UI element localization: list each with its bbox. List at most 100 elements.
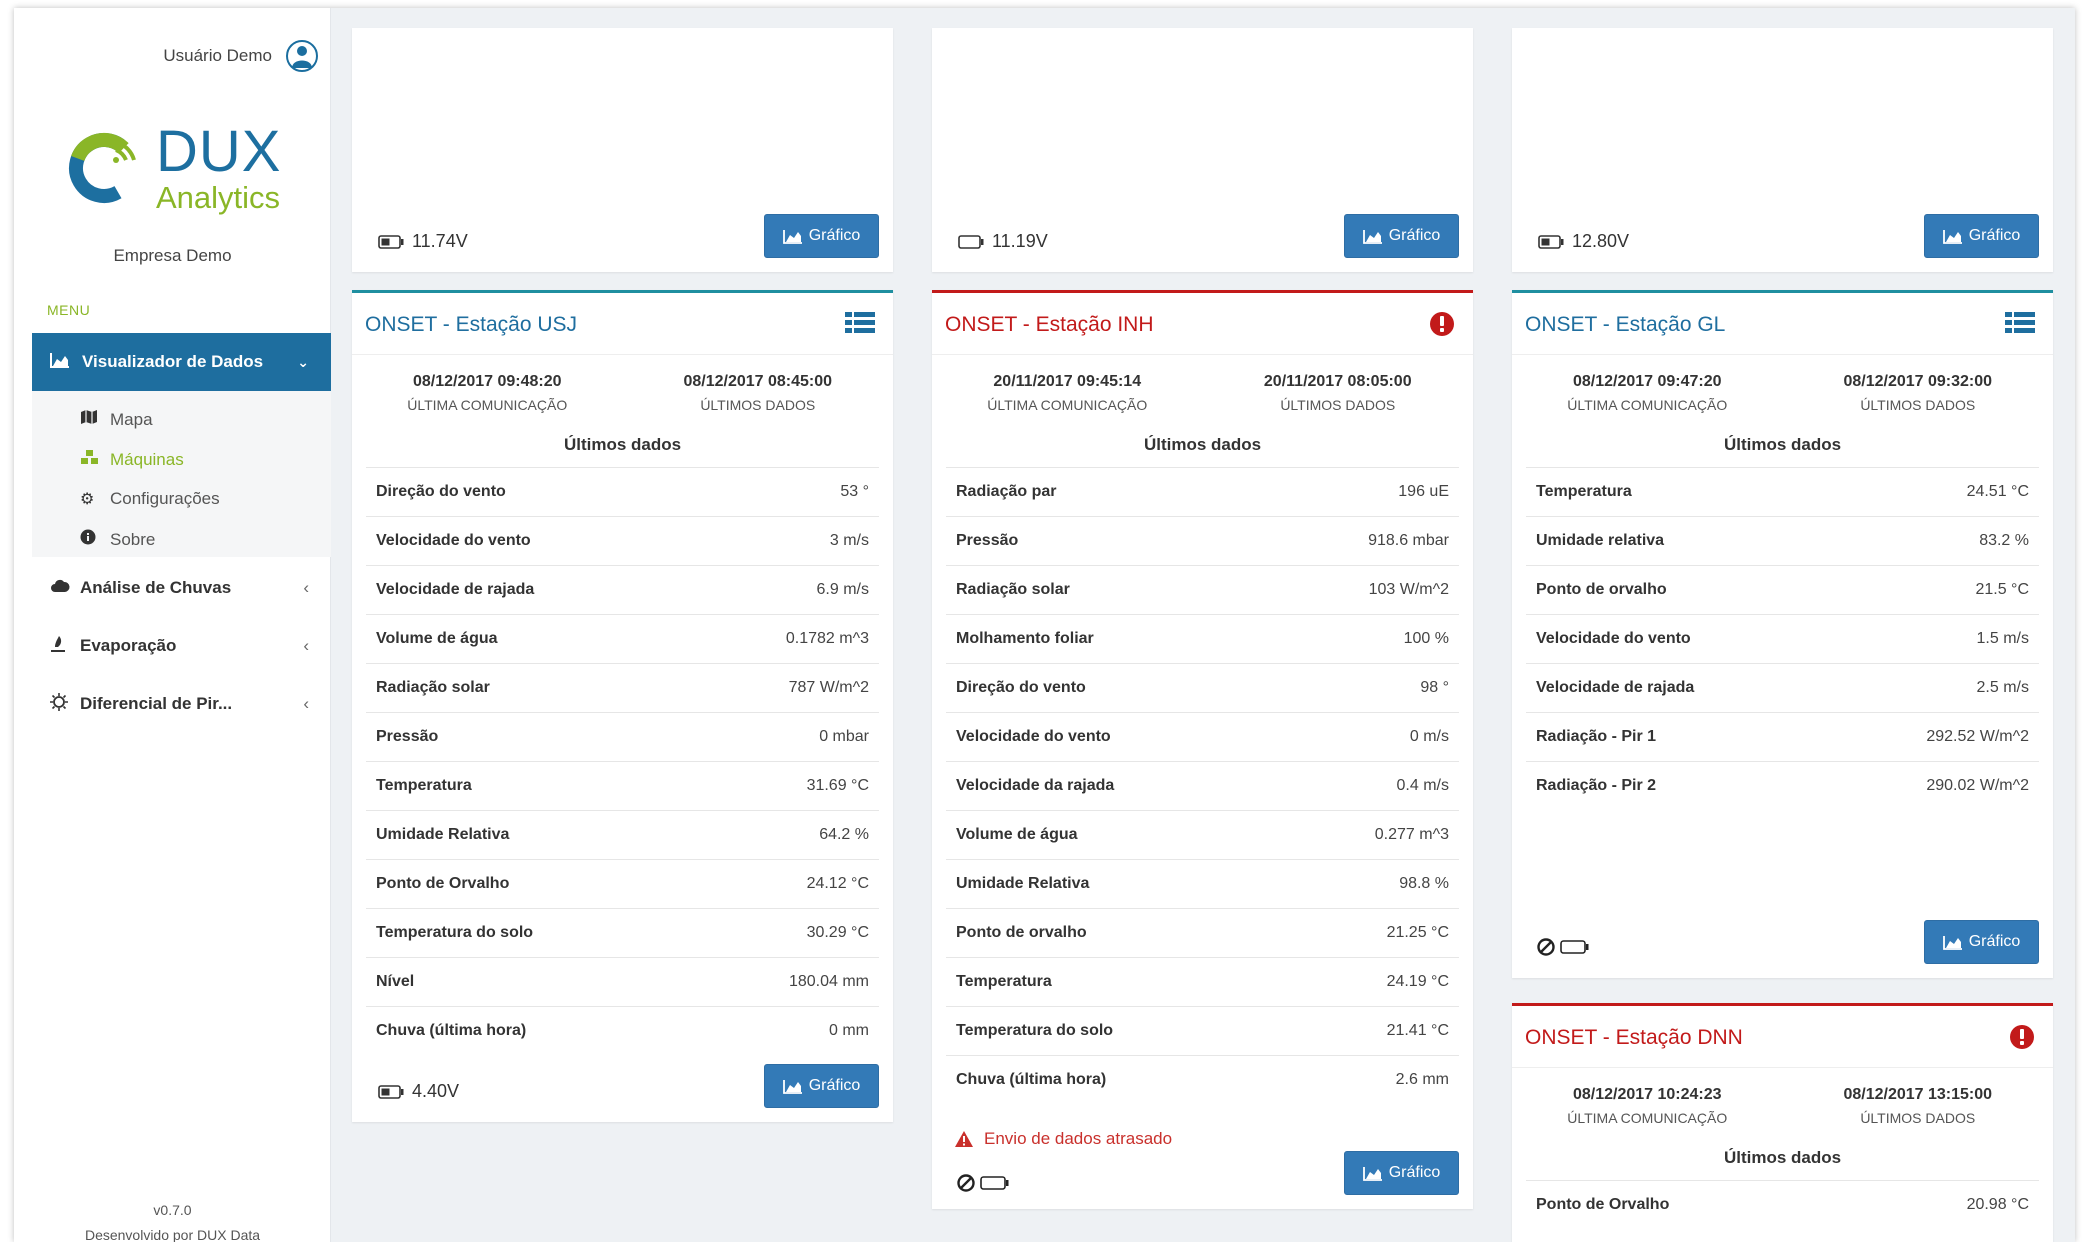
sun-icon bbox=[50, 692, 72, 716]
row-value: 290.02 W/m^2 bbox=[1926, 777, 2029, 794]
list-icon[interactable] bbox=[2005, 311, 2035, 340]
subnav-item-configuracoes[interactable]: ⚙ Configurações bbox=[80, 489, 220, 509]
grafico-label: Gráfico bbox=[1388, 227, 1441, 244]
app-frame: Usuário Demo DUX Analytics Empresa Demo … bbox=[14, 8, 2075, 1242]
dux-logo: DUX Analytics bbox=[68, 119, 298, 218]
area-chart-icon bbox=[1942, 935, 1962, 950]
nav-analise-de-chuvas[interactable]: Análise de Chuvas ‹ bbox=[32, 568, 331, 608]
last-communication: 08/12/2017 09:48:20 bbox=[412, 373, 562, 390]
battery-voltage: 11.74V bbox=[378, 231, 468, 252]
list-icon[interactable] bbox=[845, 311, 875, 340]
developed-by: Desenvolvido por DUX Data bbox=[84, 1227, 261, 1242]
row-key: Volume de água bbox=[376, 630, 498, 647]
row-key: Velocidade do vento bbox=[376, 532, 531, 549]
menu-label: MENU bbox=[47, 302, 91, 318]
subnav-label: Mapa bbox=[110, 409, 153, 429]
row-value: 98 ° bbox=[1420, 679, 1449, 696]
last-data: 08/12/2017 09:32:00 bbox=[1843, 373, 1993, 390]
subnav-item-sobre[interactable]: Sobre bbox=[80, 529, 155, 550]
row-key: Ponto de Orvalho bbox=[376, 875, 510, 892]
chevron-left-icon: ‹ bbox=[303, 636, 309, 655]
row-value: 21.5 °C bbox=[1975, 581, 2029, 598]
latest-data-title: Últimos dados bbox=[1143, 435, 1262, 454]
table-row: Volume de água 0.277 m^3 bbox=[946, 810, 1459, 859]
latest-data-title: Últimos dados bbox=[563, 435, 682, 454]
station-title[interactable]: ONSET - Estação GL bbox=[1525, 313, 1725, 337]
table-row: Velocidade da rajada 0.4 m/s bbox=[946, 761, 1459, 810]
gear-icon: ⚙ bbox=[80, 491, 95, 508]
subnav-item-mapa[interactable]: Mapa bbox=[80, 409, 153, 430]
row-value: 83.2 % bbox=[1979, 532, 2029, 549]
subnav-item-maquinas[interactable]: Máquinas bbox=[80, 449, 184, 470]
cubes-icon bbox=[80, 449, 102, 470]
nav-active-label: Visualizador de Dados bbox=[82, 352, 264, 371]
card-header: ONSET - Estação USJ bbox=[352, 293, 893, 355]
logo-mark-icon bbox=[69, 133, 139, 203]
subnav-label: Máquinas bbox=[110, 449, 184, 469]
grafico-button[interactable]: Gráfico bbox=[1924, 920, 2039, 964]
station-title[interactable]: ONSET - Estação DNN bbox=[1525, 1026, 1743, 1050]
area-chart-icon bbox=[1362, 1166, 1382, 1181]
row-key: Umidade Relativa bbox=[376, 826, 510, 843]
warning-text: Envio de dados atrasado bbox=[984, 1129, 1173, 1148]
grafico-button[interactable]: Gráfico bbox=[764, 214, 879, 258]
grafico-button[interactable]: Gráfico bbox=[1344, 214, 1459, 258]
grafico-button[interactable]: Gráfico bbox=[764, 1064, 879, 1108]
nav-diferencial-de-pir[interactable]: Diferencial de Pir... ‹ bbox=[32, 684, 331, 724]
nav-evaporacao[interactable]: Evaporação ‹ bbox=[32, 626, 331, 666]
last-data: 08/12/2017 08:45:00 bbox=[683, 373, 833, 390]
row-key: Radiação - Pir 1 bbox=[1536, 728, 1657, 745]
user-menu[interactable]: Usuário Demo bbox=[163, 40, 318, 72]
table-row: Radiação - Pir 2 290.02 W/m^2 bbox=[1526, 761, 2039, 810]
row-value: 53 ° bbox=[840, 483, 869, 500]
row-key: Velocidade de rajada bbox=[376, 581, 535, 598]
cloud-icon bbox=[50, 579, 72, 598]
station-card-top-1: 11.74V Gráfico bbox=[352, 28, 893, 272]
row-value: 0.4 m/s bbox=[1396, 777, 1449, 794]
last-communication-label: ÚLTIMA COMUNICAÇÃO bbox=[987, 397, 1148, 413]
grafico-button[interactable]: Gráfico bbox=[1344, 1151, 1459, 1195]
table-row: Velocidade do vento 0 m/s bbox=[946, 712, 1459, 761]
alert-circle-icon bbox=[1429, 311, 1455, 342]
row-value: 6.9 m/s bbox=[816, 581, 869, 598]
row-value: 30.29 °C bbox=[806, 924, 869, 941]
battery-empty-icon bbox=[980, 1176, 1009, 1190]
table-row: Pressão 0 mbar bbox=[366, 712, 879, 761]
row-value: 21.41 °C bbox=[1386, 1022, 1449, 1039]
row-value: 0.1782 m^3 bbox=[785, 630, 869, 647]
grafico-label: Gráfico bbox=[808, 227, 861, 244]
row-value: 2.5 m/s bbox=[1976, 679, 2029, 696]
row-value: 64.2 % bbox=[819, 826, 869, 843]
table-row: Velocidade do vento 1.5 m/s bbox=[1526, 614, 2039, 663]
battery-voltage: 4.40V bbox=[378, 1081, 459, 1102]
grafico-button[interactable]: Gráfico bbox=[1924, 214, 2039, 258]
table-row: Ponto de orvalho 21.5 °C bbox=[1526, 565, 2039, 614]
row-key: Direção do vento bbox=[956, 679, 1086, 696]
alert-circle-icon bbox=[2009, 1024, 2035, 1055]
table-row: Umidade relativa 83.2 % bbox=[1526, 516, 2039, 565]
row-value: 1.5 m/s bbox=[1976, 630, 2029, 647]
row-value: 103 W/m^2 bbox=[1368, 581, 1449, 598]
last-data: 08/12/2017 13:15:00 bbox=[1843, 1086, 1993, 1103]
row-key: Velocidade do vento bbox=[956, 728, 1111, 745]
table-row: Temperatura 24.19 °C bbox=[946, 957, 1459, 1006]
station-title[interactable]: ONSET - Estação USJ bbox=[365, 313, 577, 337]
battery-empty-icon bbox=[1560, 940, 1589, 954]
row-key: Pressão bbox=[956, 532, 1019, 549]
last-data-label: ÚLTIMOS DADOS bbox=[1280, 397, 1396, 413]
row-value: 0 mm bbox=[829, 1022, 869, 1039]
station-card-gl: ONSET - Estação GL 08/12/2017 09:47:20 ÚL… bbox=[1512, 290, 2053, 978]
table-row: Temperatura do solo 30.29 °C bbox=[366, 908, 879, 957]
row-key: Radiação par bbox=[956, 483, 1057, 500]
row-value: 100 % bbox=[1403, 630, 1449, 647]
data-table: Radiação par 196 uE Pressão 918.6 mbar Rad… bbox=[946, 467, 1459, 1104]
ban-icon bbox=[957, 1174, 975, 1192]
row-value: 24.19 °C bbox=[1386, 973, 1449, 990]
area-chart-icon bbox=[1362, 229, 1382, 244]
nav-visualizador-de-dados[interactable]: Visualizador de Dados ⌄ bbox=[32, 333, 331, 391]
station-title[interactable]: ONSET - Estação INH bbox=[945, 313, 1154, 337]
table-row: Radiação solar 103 W/m^2 bbox=[946, 565, 1459, 614]
warning-triangle-icon bbox=[955, 1131, 973, 1147]
status-icons bbox=[956, 1173, 1010, 1193]
row-value: 24.51 °C bbox=[1966, 483, 2029, 500]
